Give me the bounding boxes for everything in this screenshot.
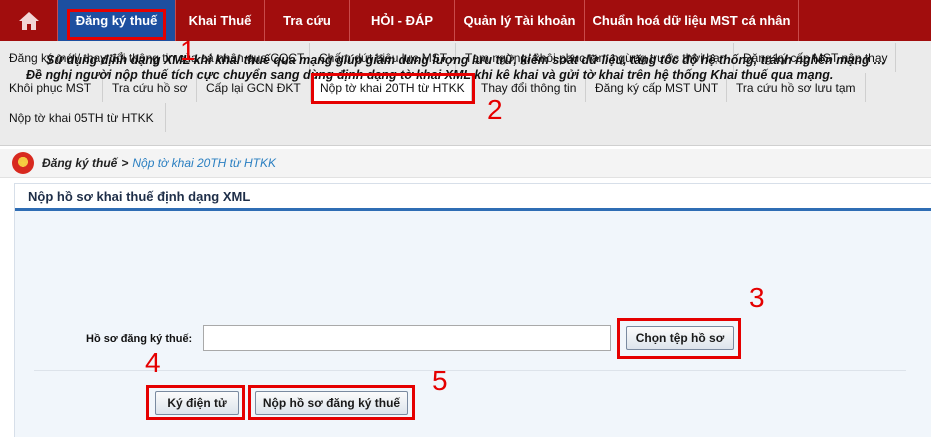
annotation-number-3: 3 <box>749 282 765 313</box>
annotation-box-3 <box>617 318 741 359</box>
nav-tra-cuu[interactable]: Tra cứu <box>265 0 350 41</box>
breadcrumb-current: Nộp tờ khai 20TH từ HTKK <box>132 156 276 170</box>
home-button[interactable] <box>0 0 58 41</box>
annotation-number-5: 5 <box>432 365 448 396</box>
annotation-number-1: 1 <box>180 35 196 66</box>
nav-hoi-dap[interactable]: HỎI - ĐÁP <box>350 0 455 41</box>
annotation-number-4: 4 <box>145 347 161 378</box>
annotation-box-1 <box>67 9 166 40</box>
annotation-box-2 <box>311 73 475 104</box>
submenu-row-3: Nộp tờ khai 05TH từ HTKK <box>0 103 166 132</box>
breadcrumb: ★ Đăng ký thuế > Nộp tờ khai 20TH từ HTK… <box>0 149 931 178</box>
breadcrumb-root[interactable]: Đăng ký thuế <box>42 156 117 170</box>
home-icon <box>18 11 39 30</box>
nav-quan-ly-tai-khoan[interactable]: Quản lý Tài khoản <box>455 0 585 41</box>
submenu-nop-to-khai-05th[interactable]: Nộp tờ khai 05TH từ HTKK <box>0 103 166 132</box>
form-title: Nộp hồ sơ khai thuế định dạng XML <box>15 184 931 208</box>
annotation-box-5 <box>248 385 415 420</box>
breadcrumb-separator: > <box>121 156 129 170</box>
form-divider <box>34 370 906 371</box>
file-path-input[interactable] <box>203 325 611 351</box>
annotation-box-4 <box>146 385 245 420</box>
national-emblem-icon: ★ <box>12 152 34 174</box>
file-field-label: Hồ sơ đăng ký thuế: <box>86 333 193 345</box>
annotation-number-2: 2 <box>487 94 503 125</box>
nav-chuan-hoa-du-lieu[interactable]: Chuẩn hoá dữ liệu MST cá nhân <box>585 0 799 41</box>
